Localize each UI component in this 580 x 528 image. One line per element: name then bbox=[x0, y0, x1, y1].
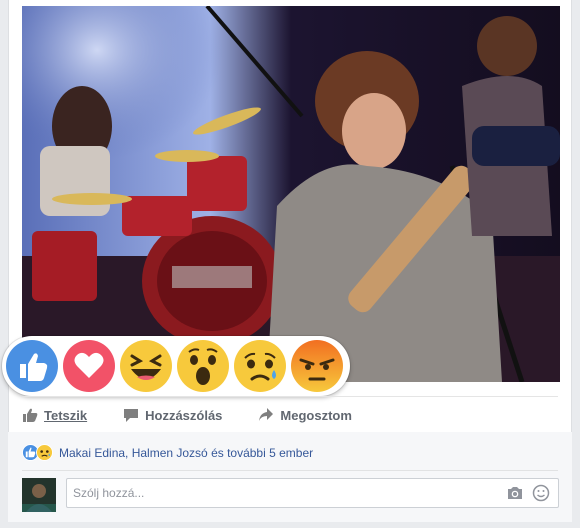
haha-reaction-icon bbox=[120, 340, 172, 392]
love-reaction-icon bbox=[63, 340, 115, 392]
avatar[interactable] bbox=[22, 478, 56, 512]
sad-mini-icon bbox=[36, 444, 53, 461]
reaction-like-button[interactable] bbox=[6, 340, 58, 392]
emoji-icon[interactable] bbox=[532, 484, 550, 502]
share-icon bbox=[259, 408, 274, 421]
divider bbox=[22, 470, 558, 471]
like-reaction-icon bbox=[6, 340, 58, 392]
reaction-wow-button[interactable] bbox=[177, 340, 229, 392]
post-action-bar: Tetszik Hozzászólás Megosztom bbox=[22, 396, 558, 434]
comment-button[interactable]: Hozzászólás bbox=[123, 407, 222, 423]
share-label: Megosztom bbox=[280, 407, 352, 423]
concert-photo-illustration bbox=[22, 6, 560, 382]
avatar-image bbox=[22, 478, 56, 512]
reaction-summary-text: Makai Edina, Halmen Jozsó és további 5 e… bbox=[59, 445, 314, 460]
share-button[interactable]: Megosztom bbox=[258, 407, 352, 423]
comment-icon bbox=[124, 409, 139, 422]
reaction-sad-button[interactable] bbox=[234, 340, 286, 392]
camera-icon[interactable] bbox=[506, 484, 524, 502]
reaction-picker bbox=[2, 336, 350, 396]
reaction-love-button[interactable] bbox=[63, 340, 115, 392]
like-icon bbox=[23, 408, 38, 422]
reaction-summary[interactable]: Makai Edina, Halmen Jozsó és további 5 e… bbox=[22, 444, 313, 461]
sad-reaction-icon bbox=[234, 340, 286, 392]
reaction-haha-button[interactable] bbox=[120, 340, 172, 392]
wow-reaction-icon bbox=[177, 340, 229, 392]
reaction-angry-button[interactable] bbox=[291, 340, 343, 392]
reaction-summary-icons bbox=[22, 444, 53, 461]
angry-reaction-icon bbox=[291, 340, 343, 392]
post-summary: Makai Edina, Halmen Jozsó és további 5 e… bbox=[8, 432, 572, 522]
post-photo[interactable] bbox=[22, 6, 560, 382]
like-button[interactable]: Tetszik bbox=[22, 407, 87, 423]
like-label: Tetszik bbox=[44, 407, 88, 423]
comment-label: Hozzászólás bbox=[145, 407, 223, 423]
comment-input[interactable] bbox=[67, 485, 506, 501]
comment-box bbox=[66, 478, 559, 508]
